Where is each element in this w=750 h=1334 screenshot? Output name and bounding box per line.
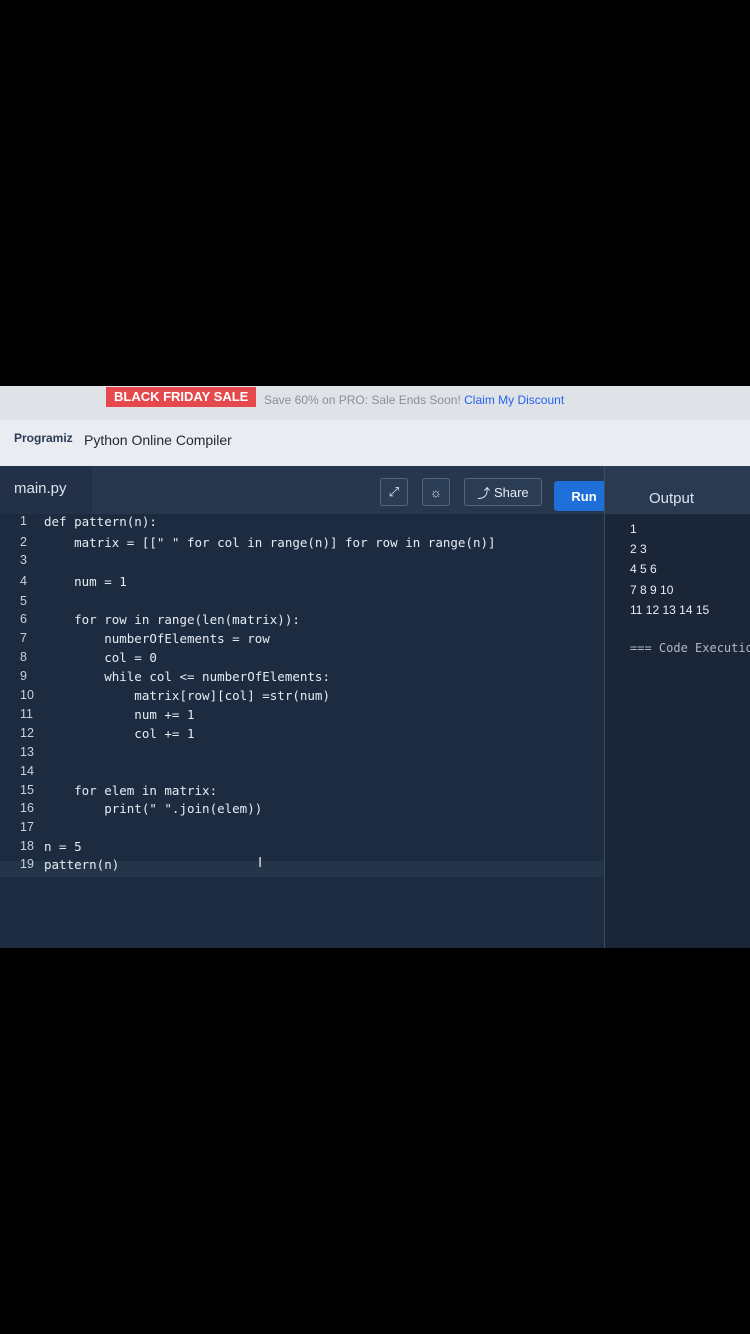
code-line: num = 1 bbox=[44, 574, 127, 589]
line-number: 7 bbox=[20, 631, 27, 645]
output-line: 2 3 bbox=[630, 542, 647, 556]
tab-label: main.py bbox=[14, 480, 67, 497]
code-line: col += 1 bbox=[44, 726, 195, 741]
line-number: 6 bbox=[20, 612, 27, 626]
code-line: for row in range(len(matrix)): bbox=[44, 612, 300, 627]
code-line: def pattern(n): bbox=[44, 514, 157, 529]
line-number: 19 bbox=[20, 857, 34, 871]
code-line: n = 5 bbox=[44, 839, 82, 854]
code-line: for elem in matrix: bbox=[44, 783, 218, 798]
output-line: 1 bbox=[630, 522, 637, 536]
code-line: print(" ".join(elem)) bbox=[44, 801, 263, 816]
output-header: Output bbox=[604, 466, 750, 514]
logo[interactable]: Programiz bbox=[14, 431, 73, 445]
text-cursor-icon: I bbox=[258, 854, 263, 871]
tab-main-py[interactable]: main.py bbox=[0, 466, 92, 514]
page-title: Python Online Compiler bbox=[84, 432, 232, 448]
promo-message: Save 60% on PRO: Sale Ends Soon! Claim M… bbox=[264, 393, 564, 407]
line-number: 14 bbox=[20, 764, 34, 778]
code-line: matrix[row][col] =str(num) bbox=[44, 688, 330, 703]
line-number: 11 bbox=[20, 707, 33, 721]
code-line: while col <= numberOfElements: bbox=[44, 669, 330, 684]
code-line: num += 1 bbox=[44, 707, 195, 722]
promo-banner[interactable]: BLACK FRIDAY SALE Save 60% on PRO: Sale … bbox=[0, 386, 750, 420]
code-line: matrix = [[" " for col in range(n)] for … bbox=[44, 535, 496, 550]
output-line: 4 5 6 bbox=[630, 562, 657, 576]
line-number: 1 bbox=[20, 514, 27, 528]
share-button[interactable]: ⤴ Share bbox=[464, 478, 542, 506]
line-number: 17 bbox=[20, 820, 34, 834]
output-panel bbox=[604, 514, 750, 948]
promo-badge: BLACK FRIDAY SALE bbox=[106, 387, 257, 407]
line-number: 12 bbox=[20, 726, 34, 740]
share-label: Share bbox=[493, 484, 529, 500]
output-title: Output bbox=[649, 490, 695, 507]
claim-discount-link[interactable]: Claim My Discount bbox=[464, 393, 564, 407]
line-number: 5 bbox=[20, 594, 27, 608]
code-line: numberOfElements = row bbox=[44, 631, 270, 646]
line-number: 9 bbox=[20, 669, 27, 683]
output-line: 7 8 9 10 bbox=[630, 583, 674, 597]
line-number: 18 bbox=[20, 839, 34, 853]
line-number: 8 bbox=[20, 650, 27, 664]
code-line: pattern(n) bbox=[44, 857, 120, 872]
promo-text: Save 60% on PRO: Sale Ends Soon! bbox=[264, 393, 461, 407]
share-icon: ⤴ bbox=[477, 485, 491, 501]
brand-bar: Programiz Python Online Compiler bbox=[0, 420, 750, 466]
output-line: 11 12 13 14 15 bbox=[630, 603, 710, 617]
line-number: 13 bbox=[20, 745, 34, 759]
theme-toggle-icon[interactable]: ☼ bbox=[422, 478, 450, 506]
line-number: 4 bbox=[20, 574, 27, 588]
line-number: 10 bbox=[20, 688, 34, 702]
code-line: col = 0 bbox=[44, 650, 157, 665]
line-number: 3 bbox=[20, 553, 27, 567]
execution-status: === Code Executio bbox=[630, 641, 750, 655]
line-number: 15 bbox=[20, 783, 34, 797]
fullscreen-icon[interactable]: ⤢ bbox=[380, 478, 408, 506]
line-number: 2 bbox=[20, 535, 27, 549]
line-number: 16 bbox=[20, 801, 34, 815]
